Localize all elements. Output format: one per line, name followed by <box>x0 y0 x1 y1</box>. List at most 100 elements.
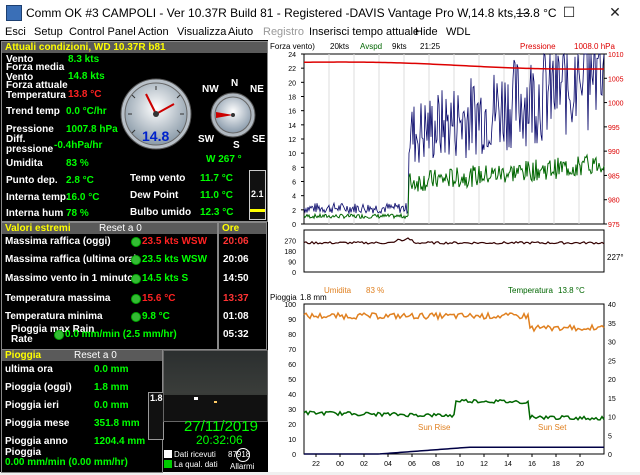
chart1-wind-label: Forza vento) <box>270 42 315 51</box>
extreme-label: Massima raffica (ultima ora) <box>5 254 138 265</box>
menu-wdl[interactable]: WDL <box>446 26 470 38</box>
webcam-image[interactable] <box>163 350 268 422</box>
extreme-indicator <box>54 330 64 340</box>
time-axis-tick-label: 16 <box>528 461 536 468</box>
side-indicator: 2.1 <box>249 170 266 220</box>
temp-axis-tick-label: 15 <box>608 396 616 403</box>
humidity-axis-tick-label: 60 <box>288 362 296 369</box>
menu-action[interactable]: Action <box>138 26 169 38</box>
chart1-pressure-value: 1008.0 hPa <box>574 42 615 51</box>
app-icon <box>6 5 22 21</box>
extremes-reset[interactable]: Reset a 0 <box>99 223 142 234</box>
wind-axis-tick-label: 14 <box>288 123 296 130</box>
wind-axis-tick-label: 10 <box>288 151 296 158</box>
quality-icon <box>164 460 172 468</box>
chart2-right-label: 227° <box>607 253 624 262</box>
menu-hide[interactable]: Hide <box>415 26 438 38</box>
rain-reset[interactable]: Reset a 0 <box>74 350 117 361</box>
chart3-rain-value: 1.8 mm <box>300 293 327 302</box>
wind-axis-tick-label: 22 <box>288 66 296 73</box>
direction-axis-tick-label: 0 <box>292 270 296 277</box>
extreme-label: Massima raffica (oggi) <box>5 236 111 247</box>
dewpoint2-label: Dew Point <box>130 190 179 201</box>
rain-value: 0.0 mm <box>94 400 129 411</box>
indoor-temp-value: 16.0 °C <box>66 192 100 203</box>
temp-axis-tick-label: 0 <box>608 452 612 459</box>
rain-label: Pioggia anno <box>5 436 68 447</box>
rain-side-gauge: 1.8 <box>148 392 164 440</box>
chart1-time: 21:25 <box>420 42 441 51</box>
extremes-panel: Valori estremi Reset a 0 Massima raffica… <box>1 222 218 350</box>
compass-s: S <box>233 140 240 151</box>
wind-axis-tick-label: 6 <box>292 180 296 187</box>
humidity-axis-tick-label: 90 <box>288 317 296 324</box>
temp-axis-tick-label: 30 <box>608 340 616 347</box>
rain-label: Pioggia ieri <box>5 400 59 411</box>
menu-esci[interactable]: Esci <box>5 26 26 38</box>
temp-trend-label: Trend temp <box>6 106 60 117</box>
humidity-axis-tick-label: 10 <box>288 437 296 444</box>
alarms-label: Allarmi <box>230 462 255 471</box>
avg-wind-value: 14.8 kts <box>68 71 105 82</box>
chart1-avg-value: 9kts <box>392 42 407 51</box>
extreme-value: 15.6 °C <box>142 293 176 304</box>
chart2-hum-value: 83 % <box>366 286 384 295</box>
temp-axis-tick-label: 35 <box>608 321 616 328</box>
pressure-axis-tick-label: 975 <box>608 222 620 229</box>
pressure-axis-tick-label: 1005 <box>608 76 624 83</box>
rain-value: 351.8 mm <box>94 418 140 429</box>
humidity-axis-tick-label: 50 <box>288 377 296 384</box>
extreme-indicator <box>131 294 141 304</box>
menu-aiuto[interactable]: Aiuto <box>228 26 253 38</box>
extreme-time: 20:06 <box>223 254 249 265</box>
extreme-indicator <box>131 312 141 322</box>
menu-setup[interactable]: Setup <box>34 26 63 38</box>
pressure-axis-tick-label: 1010 <box>608 52 624 59</box>
rain-value: 0.00 mm/min (0.00 mm/hr) <box>5 457 128 468</box>
minimize-button[interactable]: — <box>500 0 546 25</box>
time-axis-tick-label: 04 <box>384 461 392 468</box>
extreme-indicator <box>131 255 141 265</box>
wind-axis-tick-label: 18 <box>288 95 296 102</box>
pressure-axis-tick-label: 995 <box>608 125 620 132</box>
time-axis-tick-label: 02 <box>360 461 368 468</box>
sunrise-label: Sun Rise <box>418 423 451 432</box>
extreme-label: Temperatura massima <box>5 293 111 304</box>
ore-panel: Ore 20:06 20:06 14:50 13:37 01:08 05:32 <box>218 222 267 350</box>
menu-visualizza[interactable]: Visualizza <box>177 26 226 38</box>
humidity-value: 83 % <box>66 158 89 169</box>
indoor-temp-label: Interna temp. <box>6 192 69 203</box>
wind-axis-tick-label: 8 <box>292 165 296 172</box>
time-axis: 22 00 02 04 06 08 10 12 14 16 18 20 <box>312 454 584 468</box>
menu-registro: Registro <box>263 26 304 38</box>
menu-inserisci-tempo[interactable]: Inserisci tempo attuale <box>309 26 419 38</box>
temperature-label: Temperatura <box>6 90 66 101</box>
temperature-value: 13.8 °C <box>68 89 102 100</box>
alarm-icon[interactable] <box>236 448 250 462</box>
menu-control-panel[interactable]: Control Panel <box>69 26 136 38</box>
wetbulb-value: 12.3 °C <box>200 207 234 218</box>
close-button[interactable]: ✕ <box>592 0 638 25</box>
extreme-time: 01:08 <box>223 311 249 322</box>
humidity-axis-tick-label: 40 <box>288 392 296 399</box>
wind-direction-plot-frame <box>303 229 605 273</box>
rain-value: 1204.4 mm <box>94 436 146 447</box>
direction-axis-tick-label: 180 <box>284 249 296 256</box>
temp-axis-tick-label: 10 <box>608 415 616 422</box>
pressure-axis-tick-label: 985 <box>608 173 620 180</box>
time-display: 20:32:06 <box>196 433 243 447</box>
wind-axis-tick-label: 2 <box>292 208 296 215</box>
temp-axis-tick-label: 5 <box>608 433 612 440</box>
windchill-label: Temp vento <box>130 173 186 184</box>
extreme-time: 14:50 <box>223 273 249 284</box>
chart2-temp-value: 13.8 °C <box>558 286 585 295</box>
graphs-svg: 0246810121416182022249759809859909951000… <box>270 42 624 468</box>
temp-axis-tick-label: 20 <box>608 377 616 384</box>
maximize-button[interactable]: ☐ <box>546 0 592 25</box>
current-conditions-panel: Attuali condizioni, WD 10.37R b81 Vento … <box>1 41 268 222</box>
pressure-axis-tick-label: 1000 <box>608 101 624 108</box>
rain-panel: Pioggia Reset a 0 ultima ora 0.0 mm Piog… <box>1 349 163 473</box>
wind-direction-value: W 267 ° <box>206 154 242 165</box>
gauge-value: 14.8 <box>142 128 170 144</box>
webcam-light <box>214 401 217 403</box>
